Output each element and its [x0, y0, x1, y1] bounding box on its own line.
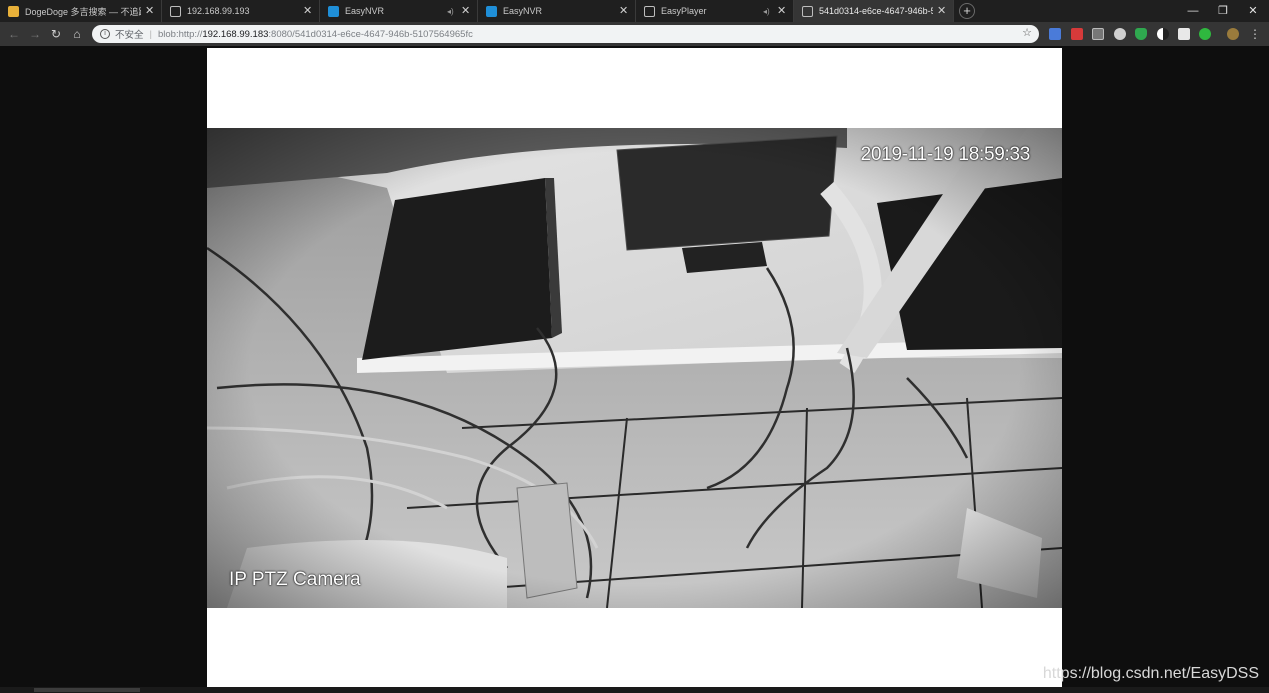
- tab-title: 541d0314-e6ce-4647-946b-51: [819, 6, 933, 16]
- tab-easynvr-2[interactable]: EasyNVR ✕: [478, 0, 636, 22]
- tab-title: DogeDoge 多吉搜索 — 不追踪: [25, 6, 141, 17]
- note-extension-icon[interactable]: [1178, 28, 1190, 40]
- tab-dogedoge[interactable]: DogeDoge 多吉搜索 — 不追踪 ✕: [0, 0, 162, 22]
- taskbar-item[interactable]: [34, 688, 140, 692]
- taskbar: [0, 687, 1269, 693]
- dark-mode-extension-icon[interactable]: [1157, 28, 1169, 40]
- url-host: 192.168.99.183: [202, 28, 269, 40]
- easynvr-icon: [486, 5, 497, 17]
- translate-extension-icon[interactable]: [1049, 28, 1061, 40]
- doge-icon: [8, 5, 19, 17]
- camera-name-label: IP PTZ Camera: [229, 569, 361, 590]
- home-button[interactable]: ⌂: [68, 25, 86, 43]
- tab-title: EasyNVR: [503, 6, 543, 16]
- lock-extension-icon[interactable]: [1199, 28, 1211, 40]
- shield-extension-icon[interactable]: [1135, 28, 1147, 40]
- speaker-icon[interactable]: ◂): [763, 7, 773, 16]
- close-icon[interactable]: ✕: [145, 5, 155, 17]
- globe-icon: [802, 5, 813, 17]
- page-viewport: 2019-11-19 18:59:33 IP PTZ Camera https:…: [0, 46, 1269, 687]
- bookmark-star-icon[interactable]: ☆: [1022, 26, 1032, 39]
- watermark-text: https://blog.csdn.net/EasyDSS: [1042, 665, 1259, 682]
- tab-title: EasyPlayer: [661, 6, 707, 16]
- extension-icon[interactable]: [1114, 28, 1126, 40]
- pdf-extension-icon[interactable]: [1071, 28, 1083, 40]
- info-icon[interactable]: i: [100, 29, 110, 39]
- menu-kebab-icon[interactable]: ⋮: [1246, 25, 1264, 43]
- tab-strip: DogeDoge 多吉搜索 — 不追踪 ✕ 192.168.99.193 ✕ E…: [0, 0, 1269, 22]
- globe-icon: [170, 5, 181, 17]
- minimize-button[interactable]: —: [1178, 0, 1208, 22]
- reload-button[interactable]: ↻: [47, 25, 65, 43]
- easynvr-icon: [328, 5, 339, 17]
- video-player[interactable]: 2019-11-19 18:59:33 IP PTZ Camera: [207, 128, 1062, 608]
- back-button[interactable]: ←: [5, 25, 23, 43]
- speaker-icon[interactable]: ◂): [447, 7, 457, 16]
- tab-easynvr-1[interactable]: EasyNVR ◂) ✕: [320, 0, 478, 22]
- camera-frame-image: [207, 128, 1062, 608]
- url-scheme: blob:http://: [157, 28, 203, 40]
- url-path: :8080/541d0314-e6ce-4647-946b-5107564965…: [268, 28, 473, 40]
- tab-title: EasyNVR: [345, 6, 385, 16]
- video-timestamp: 2019-11-19 18:59:33: [860, 144, 1031, 165]
- restore-button[interactable]: ❐: [1208, 0, 1238, 22]
- tab-ip[interactable]: 192.168.99.193 ✕: [162, 0, 320, 22]
- avatar[interactable]: [1227, 28, 1239, 40]
- close-window-button[interactable]: ✕: [1238, 0, 1268, 22]
- omnibox-separator: |: [149, 28, 152, 40]
- screenshot-extension-icon[interactable]: [1092, 28, 1104, 40]
- address-bar[interactable]: i 不安全 | blob:http:// 192.168.99.183 :808…: [92, 25, 1039, 43]
- tab-easyplayer[interactable]: EasyPlayer ◂) ✕: [636, 0, 794, 22]
- close-icon[interactable]: ✕: [303, 5, 313, 17]
- new-tab-button[interactable]: +: [959, 3, 975, 19]
- forward-button[interactable]: →: [26, 25, 44, 43]
- close-icon[interactable]: ✕: [937, 5, 947, 17]
- close-icon[interactable]: ✕: [777, 5, 787, 17]
- close-icon[interactable]: ✕: [619, 5, 629, 17]
- tab-blob-active[interactable]: 541d0314-e6ce-4647-946b-51 ✕: [794, 0, 954, 22]
- tab-title: 192.168.99.193: [187, 6, 250, 16]
- security-label: 不安全: [115, 30, 144, 41]
- globe-icon: [644, 5, 655, 17]
- close-icon[interactable]: ✕: [461, 5, 471, 17]
- video-page: 2019-11-19 18:59:33 IP PTZ Camera: [207, 48, 1062, 687]
- browser-toolbar: ← → ↻ ⌂ i 不安全 | blob:http:// 192.168.99.…: [0, 22, 1269, 46]
